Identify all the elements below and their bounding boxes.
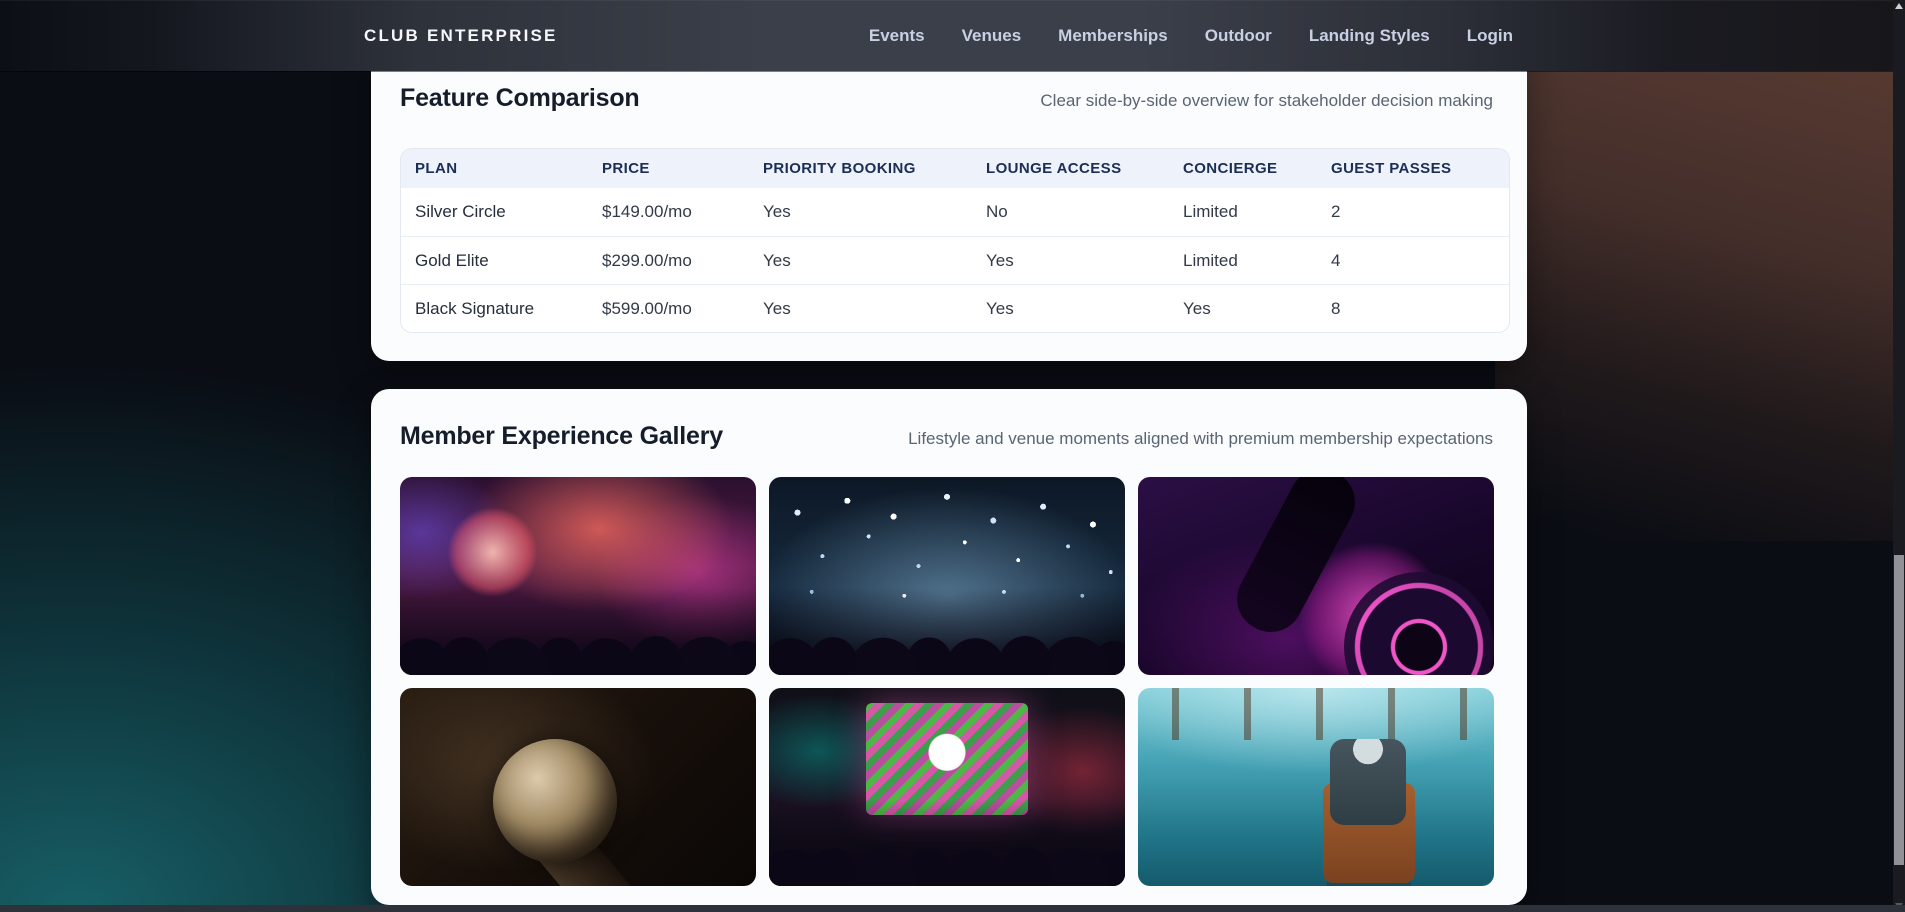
table-cell: No	[972, 202, 1169, 222]
gallery-image-concert-crowd-stage-lights	[400, 477, 756, 675]
feature-comparison-subtitle: Clear side-by-side overview for stakehol…	[1040, 91, 1493, 111]
table-cell: 4	[1317, 251, 1509, 271]
scrollbar-up-arrow-icon[interactable]	[1895, 3, 1903, 9]
table-cell: $299.00/mo	[588, 251, 749, 271]
table-header-cell: PLAN	[401, 160, 588, 177]
table-cell: Limited	[1169, 251, 1317, 271]
table-cell: Yes	[972, 299, 1169, 319]
table-row: Silver Circle$149.00/moYesNoLimited2	[401, 188, 1509, 236]
scrollbar-thumb[interactable]	[1894, 555, 1904, 865]
table-row: Gold Elite$299.00/moYesYesLimited4	[401, 236, 1509, 284]
gallery-header: Member Experience Gallery Lifestyle and …	[371, 389, 1527, 450]
table-cell: Limited	[1169, 202, 1317, 222]
table-cell: Yes	[749, 299, 972, 319]
table-cell: Yes	[972, 251, 1169, 271]
table-header-cell: GUEST PASSES	[1317, 160, 1509, 177]
nav-links: Events Venues Memberships Outdoor Landing St…	[869, 26, 1513, 46]
table-cell: Yes	[749, 202, 972, 222]
gallery-grid	[400, 477, 1510, 886]
viewport-bottom-edge	[0, 905, 1905, 912]
table-cell: Black Signature	[401, 299, 588, 319]
table-header-cell: PRIORITY BOOKING	[749, 160, 972, 177]
scrollbar-track[interactable]	[1893, 0, 1905, 912]
table-header-cell: PRICE	[588, 160, 749, 177]
table-cell: Yes	[1169, 299, 1317, 319]
background-brown-glow	[1495, 71, 1893, 541]
table-cell: 8	[1317, 299, 1509, 319]
table-row: Black Signature$599.00/moYesYesYes8	[401, 284, 1509, 332]
comparison-table-header-row: PLANPRICEPRIORITY BOOKINGLOUNGE ACCESSCO…	[401, 149, 1509, 188]
gallery-image-led-screen-performer	[769, 688, 1125, 886]
table-header-cell: LOUNGE ACCESS	[972, 160, 1169, 177]
nav-link-events[interactable]: Events	[869, 26, 925, 46]
nav-link-landing-styles[interactable]: Landing Styles	[1309, 26, 1430, 46]
table-cell: Silver Circle	[401, 202, 588, 222]
gallery-image-underwater-pool-lounge	[1138, 688, 1494, 886]
gallery-image-dj-turntable	[1138, 477, 1494, 675]
gallery-image-microphone-closeup	[400, 688, 756, 886]
table-cell: Yes	[749, 251, 972, 271]
table-cell: 2	[1317, 202, 1509, 222]
gallery-subtitle: Lifestyle and venue moments aligned with…	[908, 429, 1493, 449]
table-cell: $149.00/mo	[588, 202, 749, 222]
feature-comparison-title: Feature Comparison	[400, 84, 640, 112]
gallery-image-confetti-celebration	[769, 477, 1125, 675]
table-cell: $599.00/mo	[588, 299, 749, 319]
gallery-card: Member Experience Gallery Lifestyle and …	[371, 389, 1527, 905]
table-header-cell: CONCIERGE	[1169, 160, 1317, 177]
comparison-table-body: Silver Circle$149.00/moYesNoLimited2Gold…	[401, 188, 1509, 332]
nav-link-outdoor[interactable]: Outdoor	[1205, 26, 1272, 46]
nav-link-memberships[interactable]: Memberships	[1058, 26, 1168, 46]
brand-logo[interactable]: CLUB ENTERPRISE	[364, 26, 558, 46]
comparison-table: PLANPRICEPRIORITY BOOKINGLOUNGE ACCESSCO…	[400, 148, 1510, 333]
table-cell: Gold Elite	[401, 251, 588, 271]
nav-link-venues[interactable]: Venues	[962, 26, 1022, 46]
gallery-title: Member Experience Gallery	[400, 422, 723, 450]
feature-comparison-card: Feature Comparison Clear side-by-side ov…	[371, 40, 1527, 361]
nav-link-login[interactable]: Login	[1467, 26, 1513, 46]
top-navigation: CLUB ENTERPRISE Events Venues Memberships O…	[0, 0, 1905, 71]
